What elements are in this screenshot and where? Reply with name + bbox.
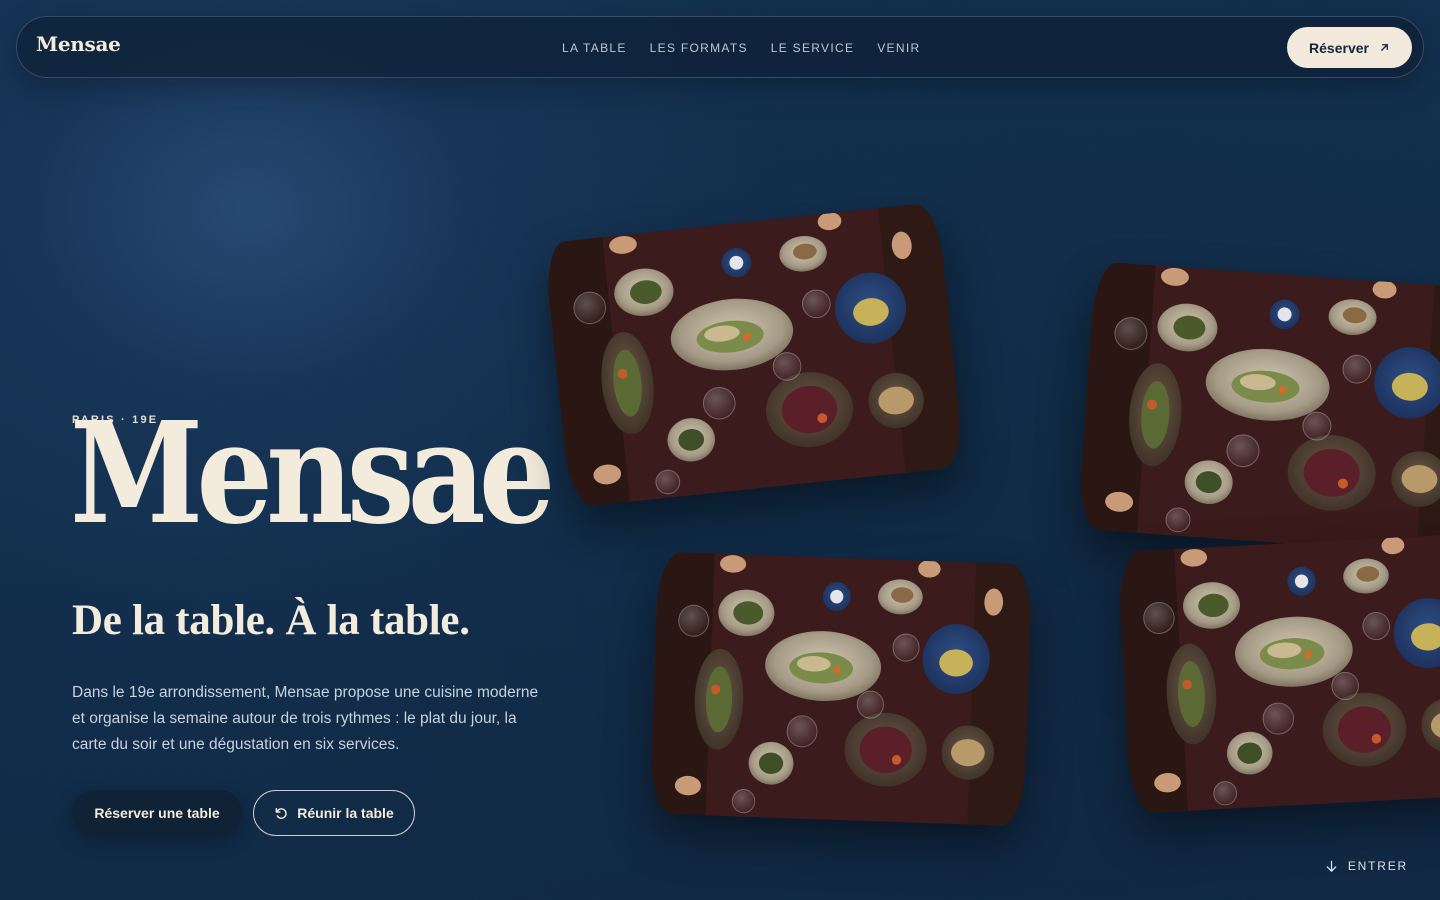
nav-link-le-service[interactable]: LE SERVICE bbox=[771, 41, 854, 55]
nav-link-la-table[interactable]: LA TABLE bbox=[562, 41, 627, 55]
top-nav-bar: Mensae LA TABLE LES FORMATS LE SERVICE V… bbox=[16, 16, 1424, 78]
hero-title: Mensae bbox=[70, 392, 555, 556]
table-dishes-image bbox=[1077, 261, 1440, 556]
reserve-button-label: Réserver bbox=[1309, 39, 1369, 56]
shuffle-table-button[interactable]: Réunir la table bbox=[253, 790, 415, 836]
shuffle-table-label: Réunir la table bbox=[297, 805, 394, 821]
reserve-button[interactable]: Réserver bbox=[1287, 27, 1412, 68]
enter-label: ENTRER bbox=[1347, 859, 1408, 873]
brand-logo[interactable]: Mensae bbox=[36, 32, 121, 56]
table-dishes-image bbox=[1117, 532, 1440, 814]
arrow-down-icon bbox=[1326, 860, 1337, 872]
scroll-enter-hint[interactable]: ENTRER bbox=[1325, 859, 1408, 873]
arrow-up-right-icon bbox=[1381, 44, 1388, 51]
reserve-table-button[interactable]: Réserver une table bbox=[72, 790, 242, 836]
gallery-photo-2 bbox=[1077, 261, 1440, 557]
reserve-table-label: Réserver une table bbox=[94, 805, 220, 821]
hero-tagline: De la table. À la table. bbox=[72, 597, 470, 644]
table-dishes-image bbox=[650, 552, 1033, 827]
refresh-icon bbox=[275, 807, 287, 819]
nav-links: LA TABLE LES FORMATS LE SERVICE VENIR bbox=[562, 41, 943, 55]
nav-link-les-formats[interactable]: LES FORMATS bbox=[650, 41, 748, 55]
gallery-photo-4 bbox=[1117, 532, 1440, 814]
gallery-photo-3 bbox=[649, 551, 1033, 827]
gallery-photo-1 bbox=[543, 202, 965, 508]
table-dishes-image bbox=[543, 202, 965, 508]
hero-description: Dans le 19e arrondissement, Mensae propo… bbox=[72, 684, 539, 753]
nav-link-venir[interactable]: VENIR bbox=[877, 41, 920, 55]
